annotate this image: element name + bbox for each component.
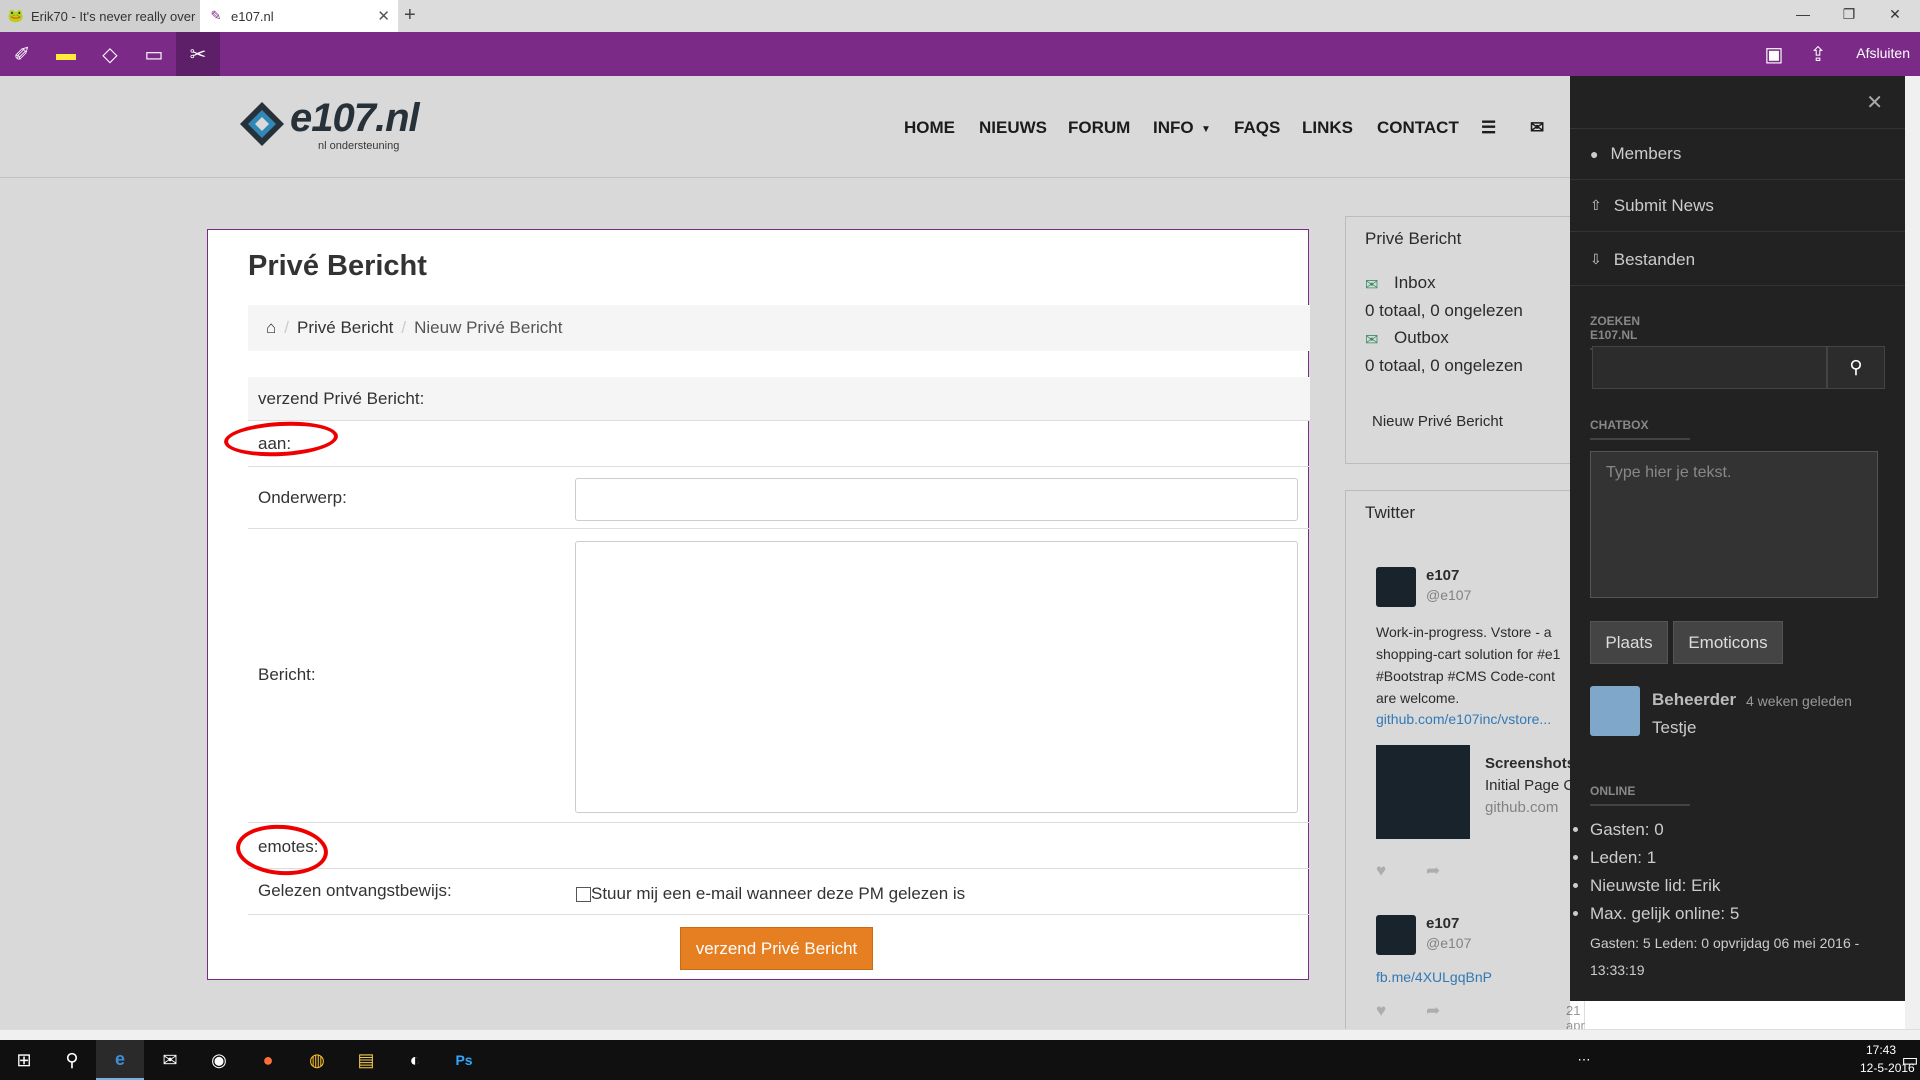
online-item: Leden: 1 xyxy=(1590,844,1739,872)
restore-icon[interactable]: ❐ xyxy=(1826,6,1872,23)
close-window-icon[interactable]: ✕ xyxy=(1872,6,1918,23)
online-footer-line2: 13:33:19 xyxy=(1590,962,1645,978)
clip-icon[interactable]: ✂ xyxy=(176,32,220,76)
search-input[interactable] xyxy=(1592,346,1827,389)
edge-browser-icon[interactable]: e xyxy=(96,1040,144,1080)
download-icon: ⇩ xyxy=(1590,251,1602,267)
slide-panel: ✕ ● Members ⇧ Submit News ⇩ Bestanden ZO… xyxy=(1570,76,1905,1001)
close-annotation-button[interactable]: Afsluiten xyxy=(1856,45,1910,61)
chat-timestamp: 4 weken geleden xyxy=(1746,693,1852,709)
online-item: Gasten: 0 xyxy=(1590,816,1739,844)
emoticons-button[interactable]: Emoticons xyxy=(1673,621,1783,664)
home-icon[interactable]: ⌂ xyxy=(266,318,276,338)
tab-title: e107.nl xyxy=(231,8,274,24)
online-item: Nieuwste lid: Erik xyxy=(1590,872,1739,900)
tab-title: Erik70 - It's never really over xyxy=(31,8,196,24)
notifications-icon[interactable]: ▭ xyxy=(1900,1040,1920,1080)
panel-item-submit-news[interactable]: ⇧ Submit News xyxy=(1570,180,1905,232)
read-receipt-text: Stuur mij een e-mail wanneer deze PM gel… xyxy=(591,884,966,903)
chat-message: Testje xyxy=(1652,718,1697,737)
file-explorer-icon[interactable]: ▤ xyxy=(342,1040,390,1080)
thunderbird-icon[interactable]: ◉ xyxy=(195,1040,243,1080)
to-row: aan: xyxy=(248,421,1310,467)
post-chat-button[interactable]: Plaats xyxy=(1590,621,1668,664)
read-receipt-checkbox[interactable] xyxy=(576,887,591,902)
frog-icon: 🐸 xyxy=(7,8,25,23)
breadcrumb-current: Nieuw Privé Bericht xyxy=(414,318,563,337)
tab-erik70[interactable]: 🐸 Erik70 - It's never really over xyxy=(0,0,200,32)
breadcrumb-separator: / xyxy=(401,318,407,337)
panel-item-members[interactable]: ● Members xyxy=(1570,128,1905,180)
horizontal-scrollbar[interactable] xyxy=(0,1029,1920,1040)
panel-item-label: Submit News xyxy=(1613,195,1714,215)
search-heading: ZOEKEN E107.NL xyxy=(1590,314,1690,350)
annotation-toolbar: ✐ ▬ ◇ ▭ ✂ ▣ ⇪ Afsluiten xyxy=(0,32,1920,76)
eraser-icon[interactable]: ◇ xyxy=(88,32,132,76)
panel-item-label: Bestanden xyxy=(1613,249,1696,269)
message-textarea[interactable] xyxy=(575,541,1298,813)
mail-icon[interactable]: ✉ xyxy=(146,1040,194,1080)
photoshop-icon[interactable]: Ps xyxy=(440,1040,488,1080)
taskbar: ⊞ ⚲ e ✉ ◉ ● ◍ ▤ ◐ Ps ⋯ 17:43 12-5-2016 ▭ xyxy=(0,1040,1920,1080)
highlighter-icon[interactable]: ▬ xyxy=(44,32,88,76)
subject-input[interactable] xyxy=(575,478,1298,521)
online-list: Gasten: 0 Leden: 1 Nieuwste lid: Erik Ma… xyxy=(1590,816,1739,928)
receipt-label: Gelezen ontvangstbewijs: xyxy=(258,881,452,900)
breadcrumb-pm[interactable]: Privé Bericht xyxy=(297,318,393,338)
comment-icon[interactable]: ▭ xyxy=(132,32,176,76)
close-panel-icon[interactable]: ✕ xyxy=(1866,90,1883,115)
form-section-header: verzend Privé Bericht: xyxy=(248,377,1310,421)
system-tray-icon[interactable]: ⋯ xyxy=(1560,1040,1608,1080)
page-title: Privé Bericht xyxy=(248,250,427,282)
chrome-icon[interactable]: ◍ xyxy=(293,1040,341,1080)
pen-icon[interactable]: ✐ xyxy=(0,32,44,76)
chatbox-heading: CHATBOX xyxy=(1590,418,1690,440)
firefox-icon[interactable]: ● xyxy=(244,1040,292,1080)
save-icon[interactable]: ▣ xyxy=(1752,32,1796,76)
breadcrumb-separator: / xyxy=(284,318,290,337)
browser-tab-bar: 🐸 Erik70 - It's never really over ✎ e107… xyxy=(0,0,1920,32)
vertical-scrollbar[interactable] xyxy=(1905,76,1920,1029)
online-item: Max. gelijk online: 5 xyxy=(1590,900,1739,928)
chat-input[interactable]: Type hier je tekst. xyxy=(1590,451,1878,598)
message-label: Bericht: xyxy=(258,665,316,684)
breadcrumb: ⌂ / Privé Bericht / Nieuw Privé Bericht xyxy=(248,305,1310,351)
user-icon: ● xyxy=(1590,146,1599,162)
tab-e107[interactable]: ✎ e107.nl ✕ xyxy=(200,0,398,32)
share-icon[interactable]: ⇪ xyxy=(1796,32,1840,76)
edit-page-icon: ✎ xyxy=(210,8,222,23)
send-pm-button[interactable]: verzend Privé Bericht xyxy=(680,927,873,970)
clock-time[interactable]: 17:43 xyxy=(1866,1043,1896,1057)
upload-icon: ⇧ xyxy=(1590,197,1602,213)
panel-item-bestanden[interactable]: ⇩ Bestanden xyxy=(1570,234,1905,286)
new-tab-icon[interactable]: + xyxy=(404,4,416,27)
online-footer-line1: Gasten: 5 Leden: 0 opvrijdag 06 mei 2016… xyxy=(1590,935,1860,951)
panel-item-label: Members xyxy=(1610,144,1682,163)
close-tab-icon[interactable]: ✕ xyxy=(377,7,390,25)
search-icon[interactable]: ⚲ xyxy=(1827,346,1885,389)
chat-username[interactable]: Beheerder xyxy=(1652,690,1736,710)
steam-icon[interactable]: ◐ xyxy=(391,1040,439,1080)
online-heading: ONLINE xyxy=(1590,784,1690,806)
windows-start-icon[interactable]: ⊞ xyxy=(0,1040,48,1080)
avatar xyxy=(1590,686,1640,736)
subject-label: Onderwerp: xyxy=(258,488,347,507)
emotes-row: emotes: xyxy=(248,823,1310,869)
search-icon[interactable]: ⚲ xyxy=(48,1040,96,1080)
minimize-icon[interactable]: — xyxy=(1780,6,1826,22)
